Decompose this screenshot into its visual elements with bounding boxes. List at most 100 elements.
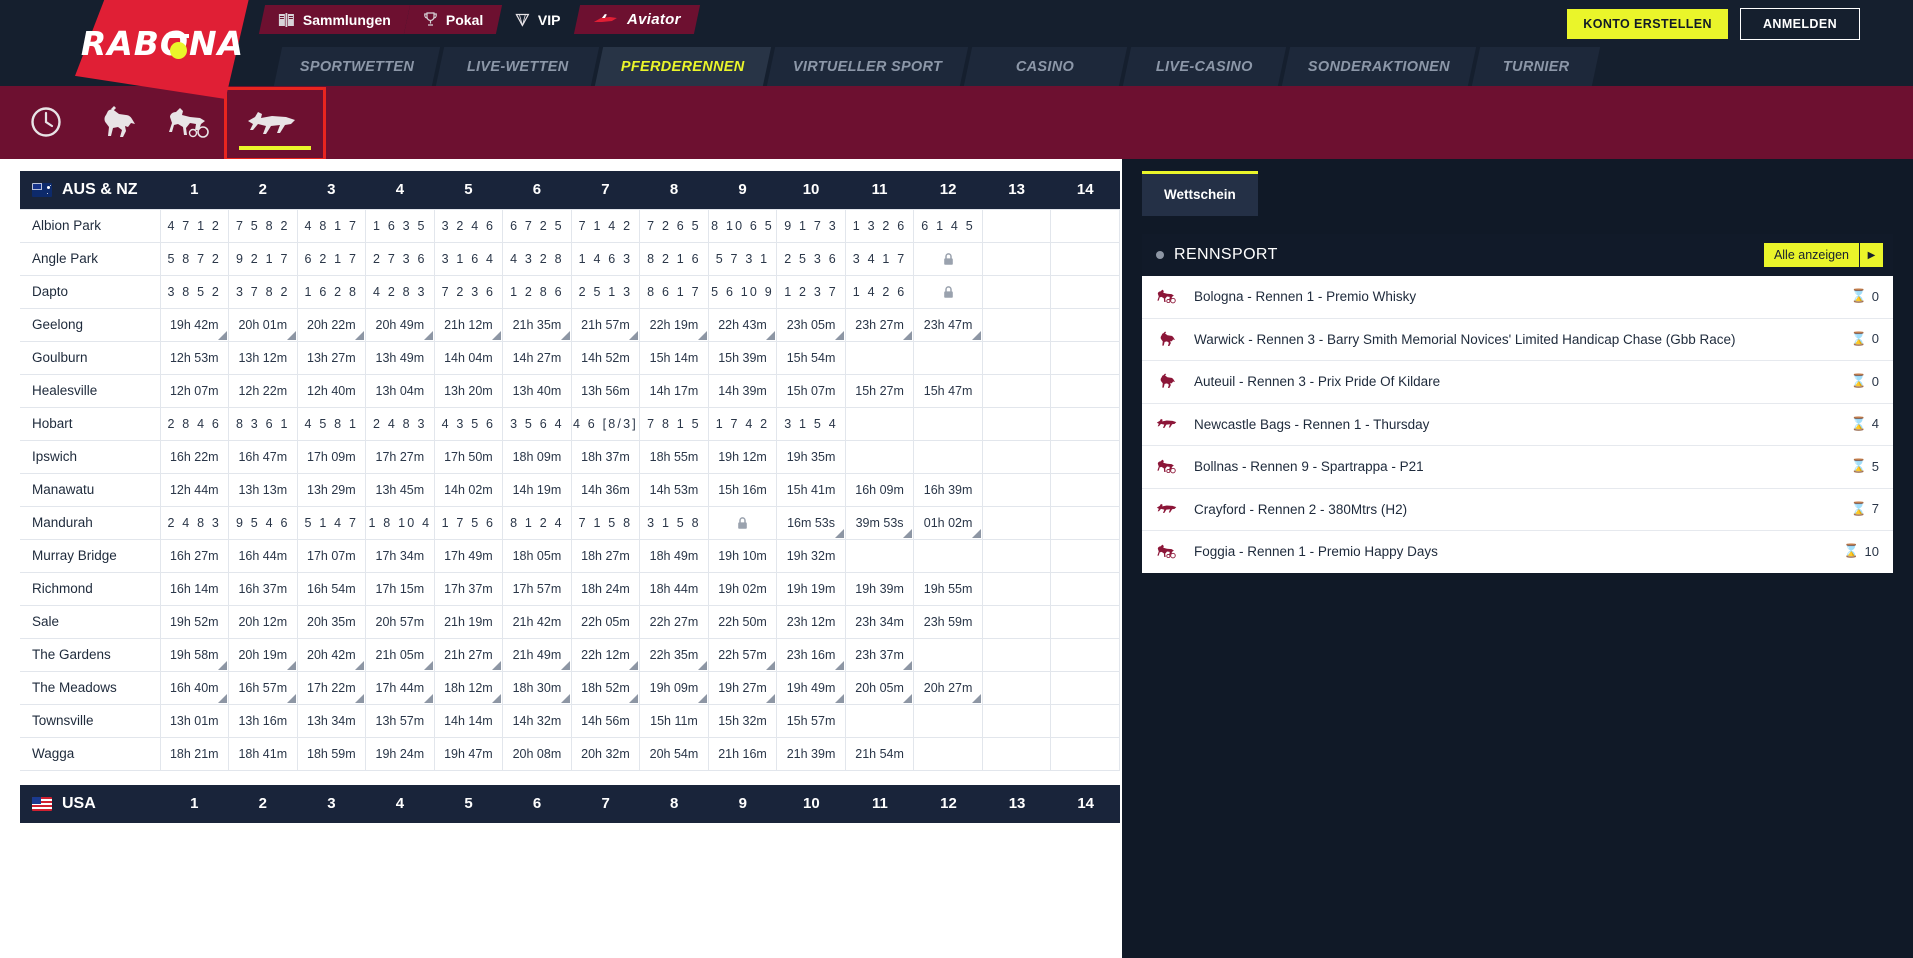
race-time-cell[interactable]: 20h 35m: [296, 604, 367, 639]
race-time-cell[interactable]: 23h 59m: [913, 604, 983, 639]
race-time-cell[interactable]: 21h 19m: [433, 604, 504, 639]
race-time-cell[interactable]: 16h 44m: [228, 538, 298, 573]
race-time-cell[interactable]: 14h 39m: [707, 373, 778, 408]
race-result-cell[interactable]: 8 10 6 5: [707, 208, 778, 243]
race-time-cell[interactable]: 22h 19m: [639, 307, 709, 342]
race-time-cell[interactable]: 14h 53m: [639, 472, 709, 507]
usa-column-header-12[interactable]: 12: [914, 784, 983, 823]
column-header-13[interactable]: 13: [982, 171, 1051, 209]
race-time-cell[interactable]: 22h 05m: [570, 604, 641, 639]
column-header-4[interactable]: 4: [365, 171, 435, 209]
race-time-cell[interactable]: 20h 27m: [913, 670, 983, 705]
race-time-cell[interactable]: 19h 09m: [639, 670, 709, 705]
race-time-cell[interactable]: 19h 39m: [844, 571, 915, 606]
venue-cell[interactable]: Angle Park: [20, 241, 161, 276]
race-result-cell[interactable]: 3 1 5 4: [776, 406, 846, 441]
race-time-cell[interactable]: 14h 52m: [570, 340, 641, 375]
race-time-cell[interactable]: 18h 27m: [570, 538, 641, 573]
nav-item-live-casino[interactable]: LIVE-CASINO: [1123, 47, 1287, 86]
race-time-cell[interactable]: 13h 04m: [365, 373, 435, 408]
race-time-cell[interactable]: 17h 15m: [365, 571, 435, 606]
race-result-cell[interactable]: 2 5 3 6: [776, 241, 846, 276]
race-time-cell[interactable]: 21h 49m: [502, 637, 572, 672]
race-result-cell[interactable]: 9 2 1 7: [228, 241, 298, 276]
promo-tab-sammlungen[interactable]: Sammlungen: [258, 5, 410, 34]
race-result-cell[interactable]: 2 7 3 6: [365, 241, 435, 276]
race-time-cell[interactable]: 23h 05m: [776, 307, 846, 342]
race-time-cell[interactable]: 12h 07m: [159, 373, 230, 408]
race-time-cell[interactable]: 13h 29m: [296, 472, 367, 507]
race-time-cell[interactable]: 20h 12m: [228, 604, 298, 639]
race-time-cell[interactable]: 17h 09m: [296, 439, 367, 474]
race-result-cell[interactable]: 3 2 4 6: [433, 208, 504, 243]
race-time-cell[interactable]: 17h 27m: [365, 439, 435, 474]
race-time-cell[interactable]: 19h 19m: [776, 571, 846, 606]
race-time-cell[interactable]: 21h 16m: [707, 736, 778, 771]
race-time-cell[interactable]: 16h 39m: [913, 472, 983, 507]
column-header-1[interactable]: 1: [160, 171, 229, 209]
usa-column-header-11[interactable]: 11: [845, 784, 915, 823]
usa-column-header-7[interactable]: 7: [571, 784, 640, 823]
race-result-cell[interactable]: 2 5 1 3: [570, 274, 641, 309]
race-time-cell[interactable]: 19h 52m: [159, 604, 230, 639]
usa-column-header-6[interactable]: 6: [502, 784, 572, 823]
column-header-8[interactable]: 8: [639, 171, 709, 209]
venue-cell[interactable]: Mandurah: [20, 505, 161, 540]
race-time-cell[interactable]: 14h 02m: [433, 472, 504, 507]
column-header-14[interactable]: 14: [1050, 171, 1120, 209]
race-time-cell[interactable]: 13h 27m: [296, 340, 367, 375]
race-time-cell[interactable]: 13h 16m: [228, 703, 298, 738]
race-time-cell[interactable]: 23h 12m: [776, 604, 846, 639]
race-time-cell[interactable]: 18h 59m: [296, 736, 367, 771]
race-time-cell[interactable]: 17h 50m: [433, 439, 504, 474]
race-result-cell[interactable]: 4 2 8 3: [365, 274, 435, 309]
race-time-cell[interactable]: 15h 54m: [776, 340, 846, 375]
race-time-cell[interactable]: 13h 13m: [228, 472, 298, 507]
race-time-cell[interactable]: 12h 40m: [296, 373, 367, 408]
race-result-cell[interactable]: 2 4 8 3: [365, 406, 435, 441]
venue-cell[interactable]: Dapto: [20, 274, 161, 309]
race-time-cell[interactable]: 20h 05m: [844, 670, 915, 705]
race-time-cell[interactable]: 16h 57m: [228, 670, 298, 705]
venue-cell[interactable]: Geelong: [20, 307, 161, 342]
race-result-cell[interactable]: 8 3 6 1: [228, 406, 298, 441]
venue-cell[interactable]: Healesville: [20, 373, 161, 408]
column-header-10[interactable]: 10: [776, 171, 846, 209]
usa-column-header-2[interactable]: 2: [228, 784, 298, 823]
race-result-cell[interactable]: 2 8 4 6: [159, 406, 230, 441]
race-time-cell[interactable]: 21h 42m: [502, 604, 572, 639]
race-result-cell[interactable]: 7 2 3 6: [433, 274, 504, 309]
race-time-cell[interactable]: 15h 57m: [776, 703, 846, 738]
race-result-cell[interactable]: 8 2 1 6: [639, 241, 709, 276]
race-time-cell[interactable]: 18h 24m: [570, 571, 641, 606]
race-time-cell[interactable]: 20h 08m: [502, 736, 572, 771]
race-time-cell[interactable]: 19h 02m: [707, 571, 778, 606]
race-time-cell[interactable]: 21h 05m: [365, 637, 435, 672]
venue-cell[interactable]: Townsville: [20, 703, 161, 738]
promo-tab-pokal[interactable]: Pokal: [403, 5, 503, 34]
race-time-cell[interactable]: 14h 36m: [570, 472, 641, 507]
race-result-cell[interactable]: 1 4 6 3: [570, 241, 641, 276]
race-time-cell[interactable]: 21h 35m: [502, 307, 572, 342]
promo-tab-aviator[interactable]: Aviator: [573, 5, 700, 34]
race-time-cell[interactable]: 16h 47m: [228, 439, 298, 474]
race-time-cell[interactable]: 14h 14m: [433, 703, 504, 738]
race-time-cell[interactable]: 16h 37m: [228, 571, 298, 606]
usa-column-header-10[interactable]: 10: [777, 784, 846, 823]
race-time-cell[interactable]: 12h 44m: [159, 472, 230, 507]
race-time-cell[interactable]: 15h 11m: [639, 703, 709, 738]
race-result-cell[interactable]: 1 7 5 6: [433, 505, 504, 540]
race-time-cell[interactable]: 20h 32m: [570, 736, 641, 771]
locked-race-cell[interactable]: [707, 505, 778, 540]
race-time-cell[interactable]: 14h 04m: [433, 340, 504, 375]
race-time-cell[interactable]: 20h 54m: [639, 736, 709, 771]
race-time-cell[interactable]: 20h 49m: [365, 307, 435, 342]
race-time-cell[interactable]: 14h 56m: [570, 703, 641, 738]
race-time-cell[interactable]: 19h 35m: [776, 439, 846, 474]
column-header-5[interactable]: 5: [434, 171, 503, 209]
race-time-cell[interactable]: 39m 53s: [844, 505, 915, 540]
race-time-cell[interactable]: 19h 27m: [707, 670, 778, 705]
race-time-cell[interactable]: 15h 16m: [707, 472, 778, 507]
nav-item-virtueller-sport[interactable]: VIRTUELLER SPORT: [766, 47, 969, 86]
race-time-cell[interactable]: 21h 39m: [776, 736, 846, 771]
